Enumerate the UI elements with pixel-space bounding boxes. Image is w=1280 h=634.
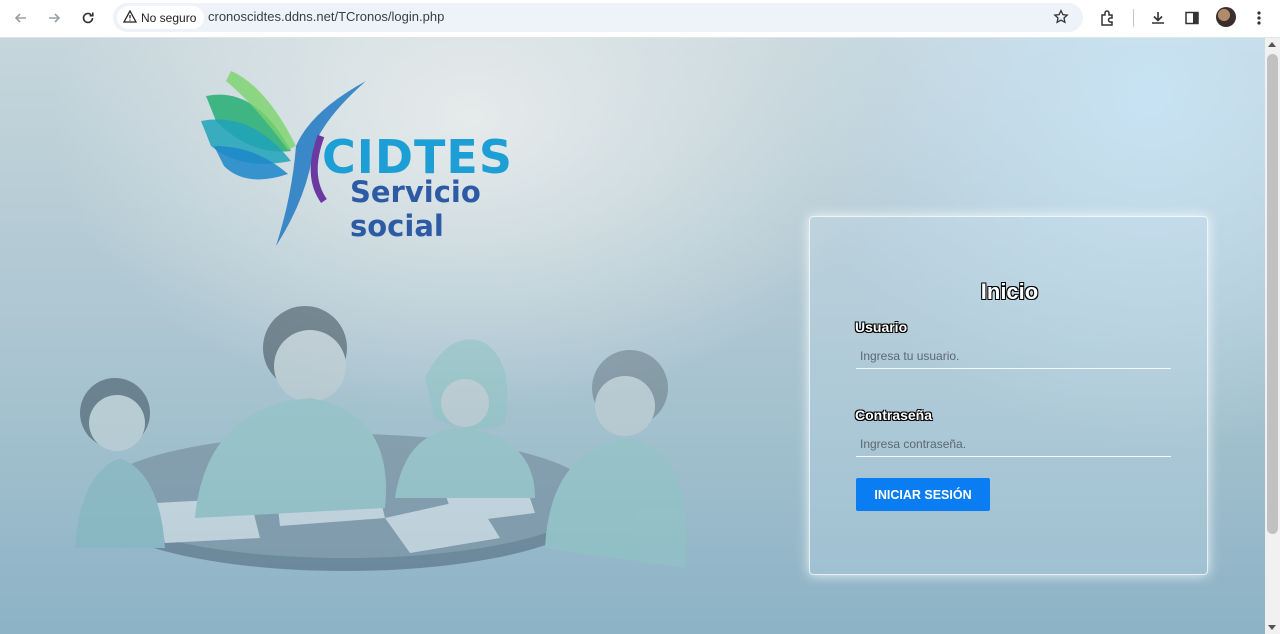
cidtes-logo: CIDTES Servicio social xyxy=(196,66,566,246)
extensions-icon[interactable] xyxy=(1096,6,1120,30)
username-label: Usuario xyxy=(855,319,908,335)
reload-icon[interactable] xyxy=(75,6,101,30)
security-indicator[interactable]: No seguro xyxy=(117,6,205,29)
scroll-down-icon[interactable] xyxy=(1268,625,1276,630)
address-bar[interactable]: No seguro cronoscidtes.ddns.net/TCronos/… xyxy=(113,3,1083,32)
scroll-up-icon[interactable] xyxy=(1268,42,1276,47)
password-label: Contraseña xyxy=(855,407,933,423)
family-drawing-illustration xyxy=(75,306,687,571)
login-page: CIDTES Servicio social Inicio Usuario In… xyxy=(0,38,1265,634)
profile-avatar[interactable] xyxy=(1216,7,1236,27)
page-scrollbar[interactable] xyxy=(1265,38,1280,634)
side-panel-icon[interactable] xyxy=(1180,6,1204,30)
scroll-thumb[interactable] xyxy=(1267,54,1278,534)
login-card: Inicio Usuario Contraseña INICIAR SESIÓN xyxy=(809,216,1208,575)
warning-icon xyxy=(122,9,138,26)
password-input[interactable] xyxy=(856,431,1171,457)
toolbar-divider xyxy=(1133,9,1134,27)
security-label: No seguro xyxy=(141,10,197,25)
username-input[interactable] xyxy=(856,343,1171,369)
url-text[interactable]: cronoscidtes.ddns.net/TCronos/login.php xyxy=(208,9,444,24)
menu-icon[interactable] xyxy=(1247,6,1271,30)
browser-toolbar: No seguro cronoscidtes.ddns.net/TCronos/… xyxy=(0,0,1280,38)
login-button[interactable]: INICIAR SESIÓN xyxy=(856,478,990,511)
login-title: Inicio xyxy=(980,279,1039,304)
star-icon[interactable] xyxy=(1053,9,1069,30)
back-icon[interactable] xyxy=(8,6,34,30)
forward-icon[interactable] xyxy=(41,6,67,30)
download-icon[interactable] xyxy=(1146,6,1170,30)
logo-subtitle: Servicio social xyxy=(350,175,481,243)
